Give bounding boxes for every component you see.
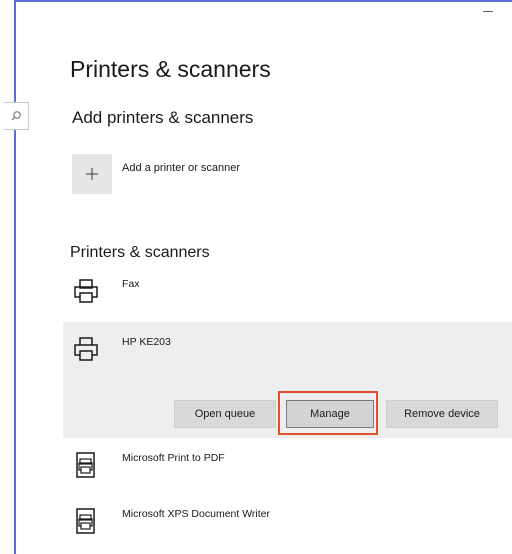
device-name: Microsoft XPS Document Writer (122, 508, 271, 520)
add-printer-button[interactable] (72, 154, 112, 194)
list-section-heading: Printers & scanners (70, 244, 210, 261)
device-name: Microsoft Print to PDF (122, 452, 225, 464)
remove-device-button[interactable]: Remove device (386, 400, 498, 428)
device-name: HP KE203 (122, 336, 171, 348)
search-icon[interactable] (4, 102, 29, 130)
add-section-heading: Add printers & scanners (72, 108, 254, 127)
document-printer-icon (76, 508, 95, 534)
document-printer-icon (76, 452, 95, 478)
plus-icon (86, 168, 98, 180)
window-left-border (14, 0, 16, 554)
manage-highlight-box (278, 391, 378, 435)
printer-icon (74, 337, 98, 361)
add-printer-label[interactable]: Add a printer or scanner (122, 162, 240, 174)
printer-icon (74, 279, 98, 303)
device-name: Fax (122, 278, 140, 290)
window-top-border (14, 0, 512, 2)
page-title: Printers & scanners (70, 56, 271, 82)
minimize-icon[interactable] (482, 6, 494, 16)
open-queue-button[interactable]: Open queue (174, 400, 276, 428)
